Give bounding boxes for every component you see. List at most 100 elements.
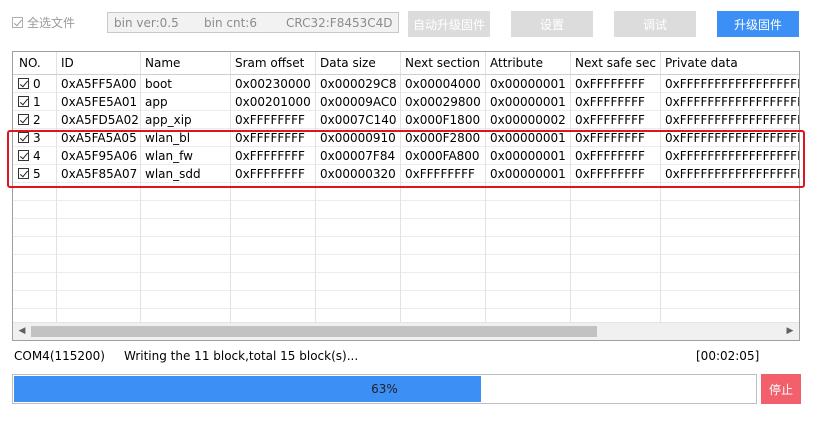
table-row[interactable]: 4 0xA5F95A06 wlan_fw 0xFFFFFFFF 0x00007F84 0x… [13, 147, 799, 165]
cell-next-section: 0x00029800 [405, 95, 481, 109]
cell-private-data: 0xFFFFFFFFFFFFFFFFFFFF [665, 167, 799, 181]
column-header[interactable]: Attribute [486, 52, 571, 74]
row-divider [13, 236, 799, 237]
cell-next-safe-sec: 0xFFFFFFFF [575, 131, 645, 145]
row-divider [13, 218, 799, 219]
scroll-left-icon[interactable]: ◀ [15, 325, 29, 338]
column-header[interactable]: Next section [401, 52, 486, 74]
column-header[interactable]: Data size [316, 52, 401, 74]
cell-id: 0xA5FF5A00 [61, 77, 137, 91]
elapsed-time: [00:02:05] [696, 349, 760, 363]
cell-name: app_xip [145, 113, 192, 127]
progress-percent: 63% [371, 382, 398, 396]
row-number: 4 [33, 149, 41, 163]
cell-sram-offset: 0x00230000 [235, 77, 311, 91]
column-header[interactable]: ID [57, 52, 141, 74]
row-checkbox[interactable] [18, 168, 29, 179]
bin-version: bin ver:0.5 [114, 15, 179, 30]
debug-button[interactable]: 调试 [614, 11, 696, 37]
cell-name: wlan_bl [145, 131, 191, 145]
cell-sram-offset: 0xFFFFFFFF [235, 149, 305, 163]
cell-next-section: 0x000FA800 [405, 149, 480, 163]
table-row[interactable]: 5 0xA5F85A07 wlan_sdd 0xFFFFFFFF 0x00000320 0… [13, 165, 799, 183]
cell-next-safe-sec: 0xFFFFFFFF [575, 149, 645, 163]
section-table[interactable]: NO. ID Name Sram offset Data size Next sectio… [12, 51, 800, 341]
scrollbar-thumb[interactable] [31, 326, 597, 337]
row-checkbox[interactable] [18, 132, 29, 143]
cell-attribute: 0x00000002 [490, 113, 566, 127]
table-row[interactable]: 0 0xA5FF5A00 boot 0x00230000 0x000029C8 0x000… [13, 75, 799, 93]
cell-sram-offset: 0xFFFFFFFF [235, 167, 305, 181]
upgrade-firmware-button[interactable]: 升级固件 [717, 11, 799, 37]
table-row[interactable]: 2 0xA5FD5A02 app_xip 0xFFFFFFFF 0x0007C140 0x… [13, 111, 799, 129]
cell-next-safe-sec: 0xFFFFFFFF [575, 167, 645, 181]
cell-private-data: 0xFFFFFFFFFFFFFFFFFFFF [665, 95, 799, 109]
row-number: 3 [33, 131, 41, 145]
row-checkbox[interactable] [18, 78, 29, 89]
column-header[interactable]: Sram offset [231, 52, 316, 74]
cell-private-data: 0xFFFFFFFFFFFFFFFFFFFF [665, 113, 799, 127]
cell-name: wlan_fw [145, 149, 193, 163]
cell-next-safe-sec: 0xFFFFFFFF [575, 113, 645, 127]
cell-id: 0xA5FE5A01 [61, 95, 138, 109]
cell-private-data: 0xFFFFFFFFFFFFFFFFFFFF [665, 149, 799, 163]
cell-data-size: 0x000029C8 [320, 77, 397, 91]
cell-attribute: 0x00000001 [490, 131, 566, 145]
row-number: 2 [33, 113, 41, 127]
cell-data-size: 0x0007C140 [320, 113, 397, 127]
cell-next-section: 0x000F1800 [405, 113, 481, 127]
cell-attribute: 0x00000001 [490, 77, 566, 91]
row-number: 0 [33, 77, 41, 91]
cell-id: 0xA5FA5A05 [61, 131, 137, 145]
row-divider [13, 200, 799, 201]
row-checkbox[interactable] [18, 114, 29, 125]
bin-info-box: bin ver:0.5 bin cnt:6 CRC32:F8453C4D [107, 12, 399, 33]
column-header[interactable]: Name [141, 52, 231, 74]
stop-button[interactable]: 停止 [761, 374, 801, 404]
cell-data-size: 0x00009AC0 [320, 95, 397, 109]
cell-next-section: 0xFFFFFFFF [405, 167, 475, 181]
progress-message: Writing the 11 block,total 15 block(s)..… [124, 349, 359, 363]
cell-id: 0xA5F85A07 [61, 167, 138, 181]
table-header: NO. ID Name Sram offset Data size Next sectio… [13, 52, 799, 74]
row-number: 5 [33, 167, 41, 181]
settings-button[interactable]: 设置 [511, 11, 593, 37]
column-header[interactable]: NO. [15, 52, 59, 74]
auto-upgrade-button[interactable]: 自动升级固件 [408, 11, 490, 37]
port-status: COM4(115200) [14, 349, 105, 363]
table-row[interactable]: 1 0xA5FE5A01 app 0x00201000 0x00009AC0 0x0002… [13, 93, 799, 111]
horizontal-scrollbar[interactable]: ◀ ▶ [13, 322, 799, 340]
cell-next-section: 0x00004000 [405, 77, 481, 91]
cell-attribute: 0x00000001 [490, 149, 566, 163]
column-header[interactable]: Private data [661, 52, 799, 74]
cell-next-safe-sec: 0xFFFFFFFF [575, 95, 645, 109]
cell-name: wlan_sdd [145, 167, 201, 181]
row-checkbox[interactable] [18, 96, 29, 107]
column-header[interactable]: Next safe sec [571, 52, 661, 74]
cell-id: 0xA5F95A06 [61, 149, 138, 163]
scroll-right-icon[interactable]: ▶ [783, 325, 797, 338]
row-checkbox[interactable] [18, 150, 29, 161]
row-divider [13, 308, 799, 309]
select-all-check-icon [12, 16, 23, 28]
cell-attribute: 0x00000001 [490, 167, 566, 181]
table-row[interactable]: 3 0xA5FA5A05 wlan_bl 0xFFFFFFFF 0x00000910 0x… [13, 129, 799, 147]
cell-next-safe-sec: 0xFFFFFFFF [575, 77, 645, 91]
cell-sram-offset: 0xFFFFFFFF [235, 131, 305, 145]
select-all-checkbox[interactable]: 全选文件 [12, 14, 75, 30]
cell-private-data: 0xFFFFFFFFFFFFFFFFFFFF [665, 131, 799, 145]
row-divider [13, 290, 799, 291]
bin-crc: CRC32:F8453C4D [286, 15, 393, 30]
cell-data-size: 0x00000320 [320, 167, 396, 181]
cell-id: 0xA5FD5A02 [61, 113, 139, 127]
cell-data-size: 0x00007F84 [320, 149, 396, 163]
cell-private-data: 0xFFFFFFFFFFFFFFFFFFFF [665, 77, 799, 91]
cell-attribute: 0x00000001 [490, 95, 566, 109]
row-divider [13, 254, 799, 255]
progress-bar: 63% [12, 374, 757, 404]
bin-count: bin cnt:6 [204, 15, 257, 30]
cell-data-size: 0x00000910 [320, 131, 396, 145]
cell-next-section: 0x000F2800 [405, 131, 481, 145]
cell-sram-offset: 0xFFFFFFFF [235, 113, 305, 127]
cell-name: boot [145, 77, 173, 91]
